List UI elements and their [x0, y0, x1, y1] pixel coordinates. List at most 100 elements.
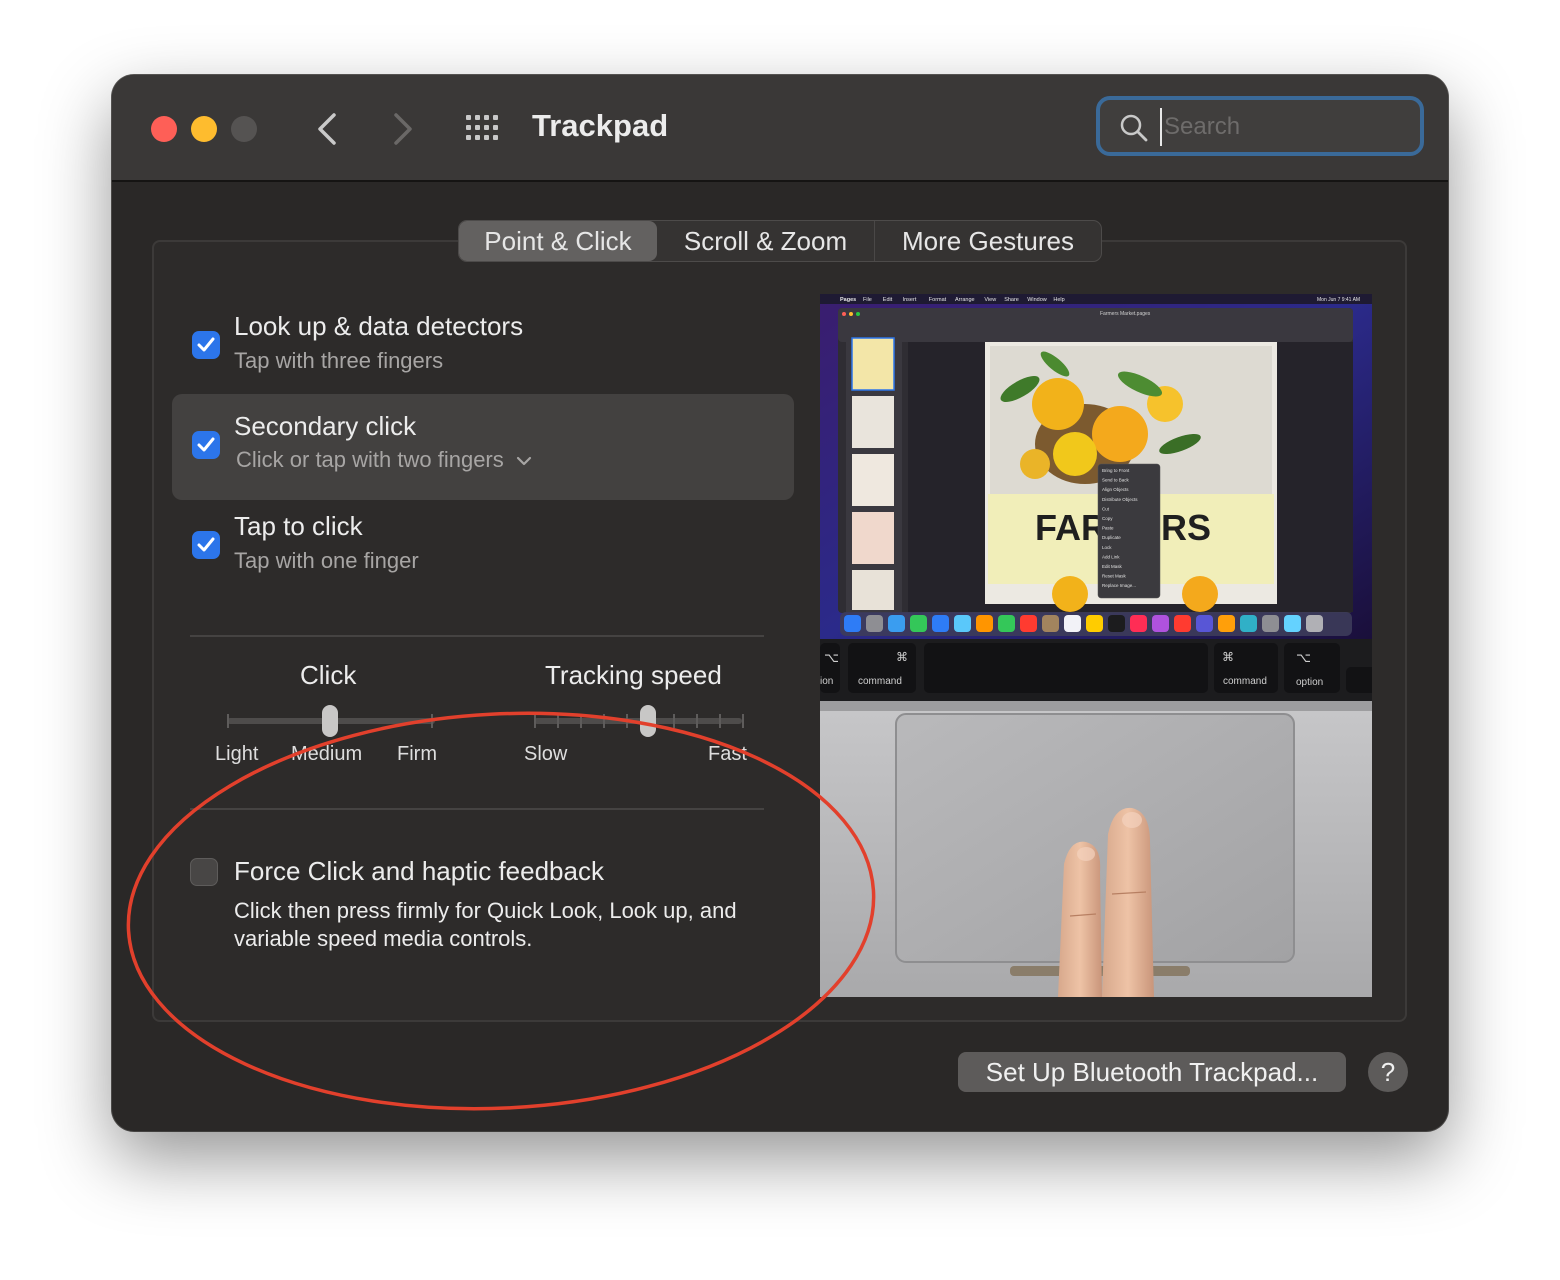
tap-to-click-sublabel: Tap with one finger: [234, 548, 419, 573]
dock-app-icon: [1284, 615, 1301, 632]
key-option-left: ion: [820, 676, 833, 687]
chevron-down-icon: [516, 457, 531, 466]
click-tick: [227, 714, 229, 728]
dock-app-icon: [1042, 615, 1059, 632]
secondary-click-checkbox[interactable]: [192, 431, 220, 459]
click-label-light: Light: [215, 743, 259, 765]
tab-bar: Point & Click Scroll & Zoom More Gesture…: [458, 220, 1102, 262]
dock-app-icon: [866, 615, 883, 632]
key-command-right: command: [1223, 676, 1267, 687]
context-menu-item: Edit Mask: [1102, 564, 1123, 569]
tracking-tick: [695, 714, 698, 728]
dock-app-icon: [1174, 615, 1191, 632]
dock-app-icon: [1086, 615, 1103, 632]
dock-app-icon: [1130, 615, 1147, 632]
menubar-item: Format: [929, 297, 947, 303]
tracking-tick: [580, 714, 583, 728]
show-all-grid-icon[interactable]: [464, 113, 504, 143]
lookup-checkbox[interactable]: [192, 331, 220, 359]
dock-app-icon: [1020, 615, 1037, 632]
key-option-symbol-left: ⌥: [824, 650, 839, 665]
tracking-tick: [742, 714, 744, 728]
context-menu-item: Cut: [1102, 506, 1110, 511]
titlebar: Trackpad: [112, 75, 1448, 182]
tracking-slider-track[interactable]: [534, 718, 742, 724]
finger: [1102, 807, 1154, 997]
context-menu-item: Paste: [1102, 526, 1114, 531]
menubar-item: View: [984, 297, 996, 303]
context-menu-item: Align Objects: [1102, 487, 1129, 492]
context-menu-item: Bring to Front: [1102, 468, 1130, 473]
close-button[interactable]: [151, 116, 177, 142]
gesture-preview-video: Pages File Edit Insert Format Arrange View Shar…: [820, 294, 1372, 997]
minimize-button[interactable]: [191, 116, 217, 142]
tab-more-gestures[interactable]: More Gestures: [875, 221, 1101, 261]
dock-app-icon: [976, 615, 993, 632]
search-icon: [1120, 114, 1148, 142]
setup-bluetooth-trackpad-button[interactable]: Set Up Bluetooth Trackpad...: [958, 1052, 1346, 1092]
context-menu-item: Duplicate: [1102, 535, 1121, 540]
force-click-label: Force Click and haptic feedback: [234, 856, 604, 886]
context-menu-item: Reset Mask: [1102, 574, 1127, 579]
dock-app-icon: [910, 615, 927, 632]
checkmark-icon: [197, 537, 215, 552]
force-click-description: Click then press firmly for Quick Look, …: [234, 898, 737, 951]
context-menu-item: Send to Back: [1102, 478, 1130, 483]
lookup-label: Look up & data detectors: [234, 311, 524, 341]
menubar-item: Share: [1004, 297, 1019, 303]
context-menu-item: Distribute Objects: [1102, 497, 1138, 502]
dock-app-icon: [954, 615, 971, 632]
tap-to-click-label: Tap to click: [234, 511, 363, 541]
dock-app-icon: [888, 615, 905, 632]
forward-arrow-icon[interactable]: [382, 107, 422, 151]
search-box[interactable]: [1096, 96, 1424, 156]
search-input[interactable]: [1160, 108, 1404, 146]
tracking-tick: [534, 714, 536, 728]
context-menu-item: Replace Image...: [1102, 583, 1136, 588]
click-slider-title: Click: [300, 660, 357, 690]
tracking-tick: [557, 714, 560, 728]
tracking-tick: [718, 714, 721, 728]
tracking-slider-knob[interactable]: [640, 705, 657, 737]
menubar-item: Help: [1053, 297, 1064, 303]
dock-app-icon: [998, 615, 1015, 632]
dock-app-icon: [1306, 615, 1323, 632]
click-tick: [431, 714, 433, 728]
force-click-checkbox[interactable]: [190, 858, 218, 886]
dock-app-icon: [1196, 615, 1213, 632]
pages-toolbar: [838, 308, 1353, 342]
menubar-item: Edit: [883, 297, 893, 303]
zoom-button[interactable]: [231, 116, 257, 142]
window-title: Trackpad: [532, 108, 669, 143]
secondary-click-label: Secondary click: [234, 411, 417, 441]
dock-app-icon: [1108, 615, 1125, 632]
lookup-sublabel: Tap with three fingers: [234, 348, 444, 373]
finger: [1058, 841, 1102, 997]
tracking-tick: [603, 714, 606, 728]
menubar-item: Pages: [840, 297, 856, 303]
tracking-label-fast: Fast: [708, 743, 747, 765]
help-button[interactable]: ?: [1368, 1052, 1408, 1092]
dock-app-icon: [1064, 615, 1081, 632]
checkmark-icon: [197, 437, 215, 452]
dock-app-icon: [1240, 615, 1257, 632]
tab-scroll-and-zoom[interactable]: Scroll & Zoom: [657, 221, 875, 261]
key-option-right: option: [1296, 677, 1323, 688]
context-menu-item: Add Link: [1102, 554, 1120, 559]
tab-point-and-click[interactable]: Point & Click: [459, 221, 657, 261]
menubar-time: Mon Jun 7 9:41 AM: [1317, 297, 1360, 303]
divider: [190, 808, 764, 810]
doc-title: Farmers Market.pages: [1100, 311, 1151, 317]
secondary-click-popup[interactable]: Click or tap with two fingers: [236, 447, 532, 473]
tracking-tick: [672, 714, 675, 728]
dock-app-icon: [932, 615, 949, 632]
dock-app-icon: [1152, 615, 1169, 632]
divider: [190, 635, 764, 637]
click-slider-knob[interactable]: [322, 705, 338, 737]
dock-app-icon: [844, 615, 861, 632]
tap-to-click-checkbox[interactable]: [192, 531, 220, 559]
back-arrow-icon[interactable]: [308, 107, 348, 151]
preferences-window: Trackpad Point & Click Scroll & Zoom Mor…: [112, 75, 1448, 1131]
key-command-left: command: [858, 676, 902, 687]
checkmark-icon: [197, 337, 215, 352]
